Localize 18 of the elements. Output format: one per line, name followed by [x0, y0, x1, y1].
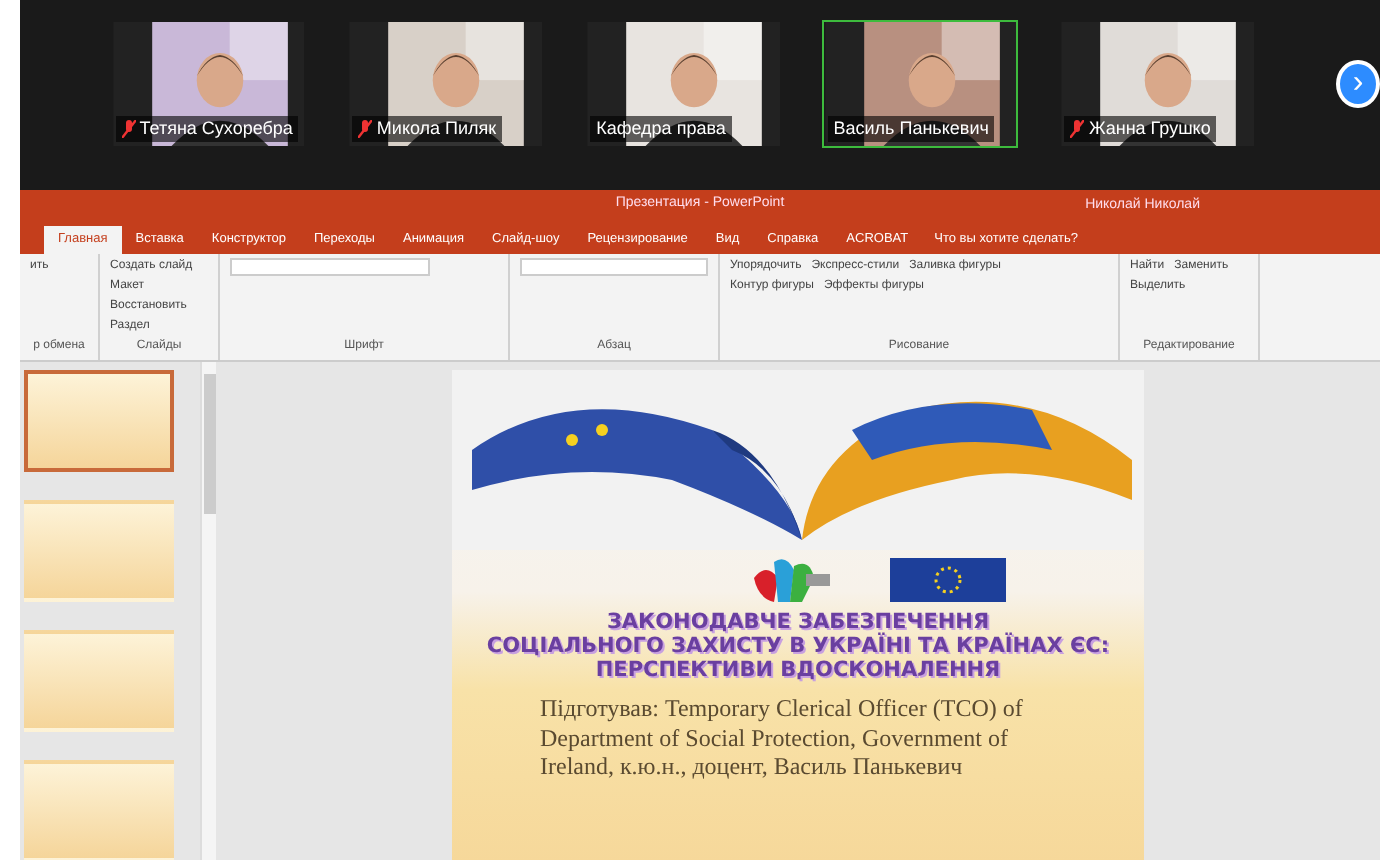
scrollbar[interactable]: [200, 362, 216, 860]
slide-thumbnail[interactable]: [24, 370, 174, 472]
participant-name: Тетяна Сухоребра: [139, 115, 293, 142]
participant-name: Жанна Грушко: [1088, 115, 1211, 142]
participant-name: Василь Панькевич: [833, 115, 989, 141]
participant-name: Микола Пиляк: [376, 115, 497, 141]
font-field[interactable]: [520, 258, 708, 276]
font-field[interactable]: [230, 258, 430, 276]
slide-title-line: ЗАКОНОДАВЧЕ ЗАБЕЗПЕЧЕННЯ: [606, 610, 990, 634]
participant-name: Кафедра права: [596, 115, 726, 142]
slide-body-text: Підготував: Temporary Clerical Officer (TCO) of Department of Social Protection, Government of Ireland, к.ю.н., доцент, Василь Панькевич: [538, 692, 1025, 781]
council-of-europe-flag-icon: [890, 558, 1006, 602]
slide-thumbnail[interactable]: [24, 500, 174, 602]
slide-title-line: ПЕРСПЕКТИВИ ВДОСКОНАЛЕННЯ: [595, 658, 1001, 683]
slide-thumbnail[interactable]: [24, 760, 174, 860]
hands-logo-icon: [750, 554, 830, 606]
slide-title-line: СОЦІАЛЬНОГО ЗАХИСТУ В УКРАЇНІ ТА КРАЇНАХ ЄС:: [486, 634, 1110, 659]
slide-thumbnail[interactable]: [24, 630, 174, 732]
